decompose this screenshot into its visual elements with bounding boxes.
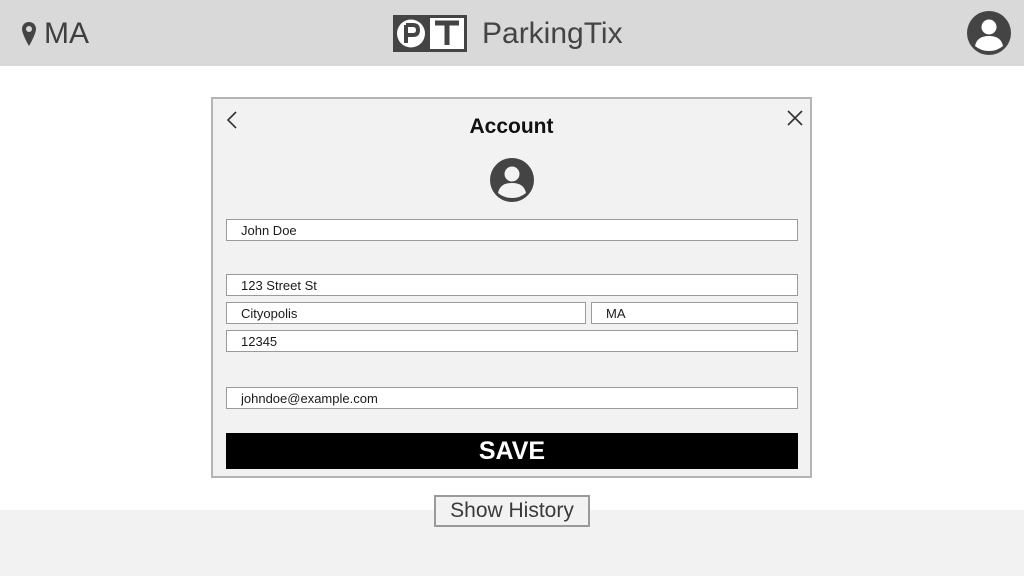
location-label: MA [44,17,89,50]
user-account-icon [967,11,1011,55]
city-field[interactable] [226,302,586,324]
location-selector[interactable]: MA [22,18,89,50]
street-field[interactable] [226,274,798,296]
brand: PT ParkingTix [393,15,623,52]
email-field[interactable] [226,387,798,409]
account-dialog: Account SAVE [211,97,812,478]
app-name: ParkingTix [482,16,623,50]
map-pin-icon [22,22,36,46]
user-account-button[interactable] [967,11,1011,55]
state-field[interactable] [591,302,798,324]
show-history-button[interactable]: Show History [434,495,590,527]
parkingtix-logo: PT [393,15,467,52]
user-avatar-icon [490,158,534,202]
save-button[interactable]: SAVE [226,433,798,469]
name-field[interactable] [226,219,798,241]
dialog-title: Account [469,115,554,138]
zip-field[interactable] [226,330,798,352]
app-header: MA PT ParkingTix [0,0,1024,66]
